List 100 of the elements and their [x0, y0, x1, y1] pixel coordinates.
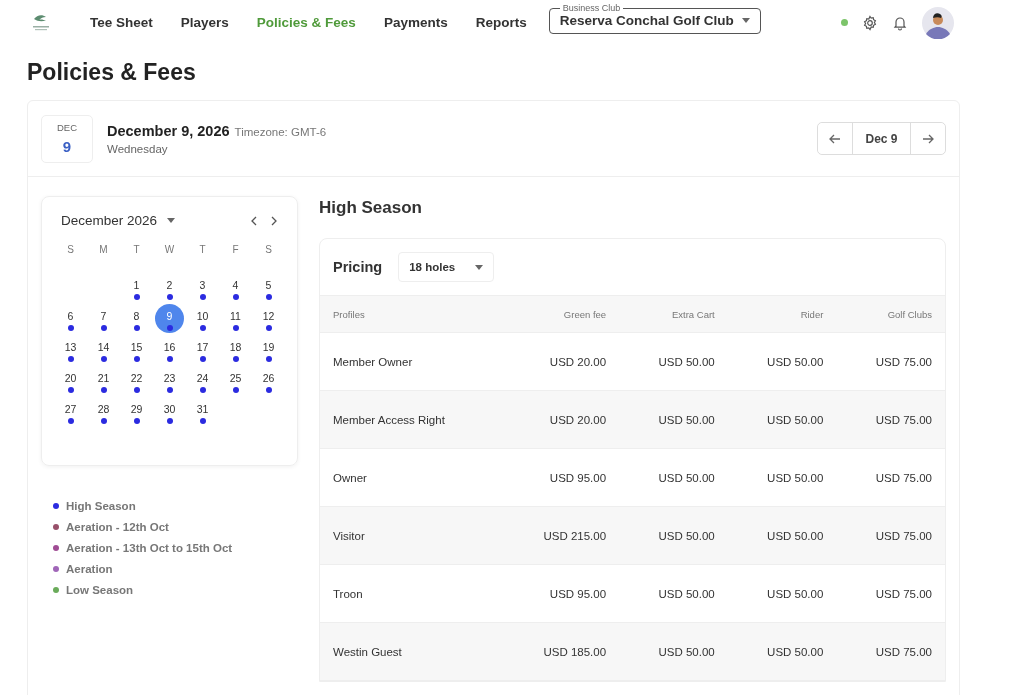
- arrow-left-icon: [829, 132, 841, 145]
- table-cell: USD 95.00: [502, 564, 620, 623]
- calendar-day[interactable]: 3: [199, 279, 206, 291]
- table-cell: USD 75.00: [836, 564, 945, 623]
- calendar-day[interactable]: 19: [262, 341, 275, 353]
- calendar-day[interactable]: 13: [64, 341, 77, 353]
- weekday-header: F: [231, 244, 240, 257]
- calendar-day[interactable]: 6: [67, 310, 74, 322]
- calendar-day[interactable]: 22: [130, 372, 143, 384]
- calendar-day[interactable]: 5: [265, 279, 272, 291]
- table-cell: USD 75.00: [836, 448, 945, 507]
- column-header: Profiles: [320, 295, 503, 333]
- table-cell: USD 20.00: [502, 332, 620, 391]
- column-header: Extra Cart: [619, 295, 728, 333]
- legend-label: Low Season: [66, 584, 134, 596]
- calendar-day[interactable]: 29: [130, 403, 143, 415]
- caret-icon: [741, 18, 750, 23]
- club-select[interactable]: Business Club Reserva Conchal Golf Club: [548, 3, 761, 34]
- calendar-day[interactable]: 12: [262, 310, 275, 322]
- table-cell: USD 50.00: [727, 448, 837, 507]
- bell-icon[interactable]: [892, 14, 908, 31]
- legend-label: Aeration - 12th Oct: [66, 521, 169, 533]
- weekday-header: M: [98, 244, 109, 257]
- chevron-left-icon[interactable]: [250, 215, 258, 226]
- column-header: Golf Clubs: [836, 295, 945, 333]
- column-header: Rider: [727, 295, 837, 333]
- calendar-day[interactable]: 8: [133, 310, 140, 322]
- calendar-day[interactable]: 27: [64, 403, 77, 415]
- weekday-header: S: [264, 244, 273, 257]
- table-cell: Member Owner: [320, 332, 503, 391]
- chevron-right-icon[interactable]: [270, 215, 278, 226]
- calendar-day[interactable]: 26: [262, 372, 275, 384]
- page-title: Policies & Fees: [27, 59, 197, 86]
- table-cell: USD 215.00: [502, 506, 620, 565]
- table-cell: Visitor: [320, 506, 503, 565]
- table-cell: USD 50.00: [619, 564, 728, 623]
- avatar[interactable]: [922, 6, 954, 39]
- calendar-day[interactable]: 2: [166, 279, 173, 291]
- table-cell: USD 50.00: [619, 448, 728, 507]
- table-cell: USD 75.00: [836, 332, 945, 391]
- table-cell: USD 50.00: [727, 332, 837, 391]
- month-label: DEC: [56, 120, 78, 133]
- table-cell: USD 50.00: [727, 506, 837, 565]
- calendar-day[interactable]: 31: [196, 403, 209, 415]
- calendar-day[interactable]: 16: [163, 341, 176, 353]
- nav-tab[interactable]: Tee Sheet: [76, 15, 167, 30]
- calendar-day[interactable]: 15: [130, 341, 143, 353]
- settings-icon[interactable]: [862, 14, 878, 31]
- column-header: Green fee: [502, 295, 620, 333]
- calendar-day[interactable]: 17: [196, 341, 209, 353]
- pricing-title: Pricing: [333, 259, 383, 275]
- caret-icon: [475, 264, 484, 270]
- table-cell: USD 50.00: [727, 390, 837, 449]
- table-cell: Member Access Right: [320, 390, 503, 449]
- day-number: 9: [62, 136, 72, 155]
- arrow-right-icon: [922, 132, 934, 145]
- table-cell: USD 75.00: [836, 506, 945, 565]
- table-cell: USD 50.00: [619, 390, 728, 449]
- legend-label: Aeration - 13th Oct to 15th Oct: [66, 542, 233, 554]
- nav-tab[interactable]: Reports: [461, 15, 541, 30]
- timezone-label: Timezone: GMT-6: [234, 125, 327, 138]
- weekday-header: S: [66, 244, 75, 257]
- weekday-header: T: [198, 244, 207, 257]
- calendar-day[interactable]: 1: [133, 279, 140, 291]
- nav-tab[interactable]: Players: [166, 15, 243, 30]
- date-title: December 9, 2026: [107, 122, 230, 139]
- calendar-day[interactable]: 28: [97, 403, 110, 415]
- weekday-header: T: [132, 244, 141, 257]
- table-cell: USD 50.00: [727, 622, 837, 681]
- calendar-day[interactable]: 24: [196, 372, 209, 384]
- calendar-day[interactable]: 7: [100, 310, 107, 322]
- table-cell: USD 75.00: [836, 390, 945, 449]
- table-cell: USD 185.00: [502, 622, 620, 681]
- table-cell: Troon: [320, 564, 503, 623]
- table-cell: USD 50.00: [619, 622, 728, 681]
- calendar-day[interactable]: 11: [230, 310, 241, 322]
- holes-select[interactable]: 18 holes: [398, 252, 495, 282]
- calendar-day[interactable]: 20: [64, 372, 77, 384]
- calendar-month[interactable]: December 2026: [61, 213, 158, 228]
- legend-label: Aeration: [66, 563, 113, 575]
- calendar-day[interactable]: 18: [229, 341, 242, 353]
- calendar-day[interactable]: 23: [163, 372, 176, 384]
- season-title: High Season: [319, 198, 423, 218]
- table-cell: USD 50.00: [619, 506, 728, 565]
- weekday-header: W: [163, 244, 176, 257]
- calendar-day[interactable]: 14: [97, 341, 110, 353]
- calendar-day[interactable]: 10: [196, 310, 209, 322]
- table-cell: USD 95.00: [502, 448, 620, 507]
- nav-tab[interactable]: Payments: [369, 15, 462, 30]
- calendar-day[interactable]: 9: [166, 310, 173, 322]
- calendar-day[interactable]: 30: [163, 403, 176, 415]
- table-cell: USD 50.00: [727, 564, 837, 623]
- calendar-day[interactable]: 21: [97, 372, 110, 384]
- table-cell: Owner: [320, 448, 503, 507]
- weekday-label: Wednesday: [107, 142, 169, 155]
- legend-label: High Season: [66, 500, 136, 512]
- table-cell: USD 75.00: [836, 622, 945, 681]
- calendar-day[interactable]: 25: [229, 372, 242, 384]
- calendar-day[interactable]: 4: [232, 279, 239, 291]
- table-cell: USD 50.00: [619, 332, 728, 391]
